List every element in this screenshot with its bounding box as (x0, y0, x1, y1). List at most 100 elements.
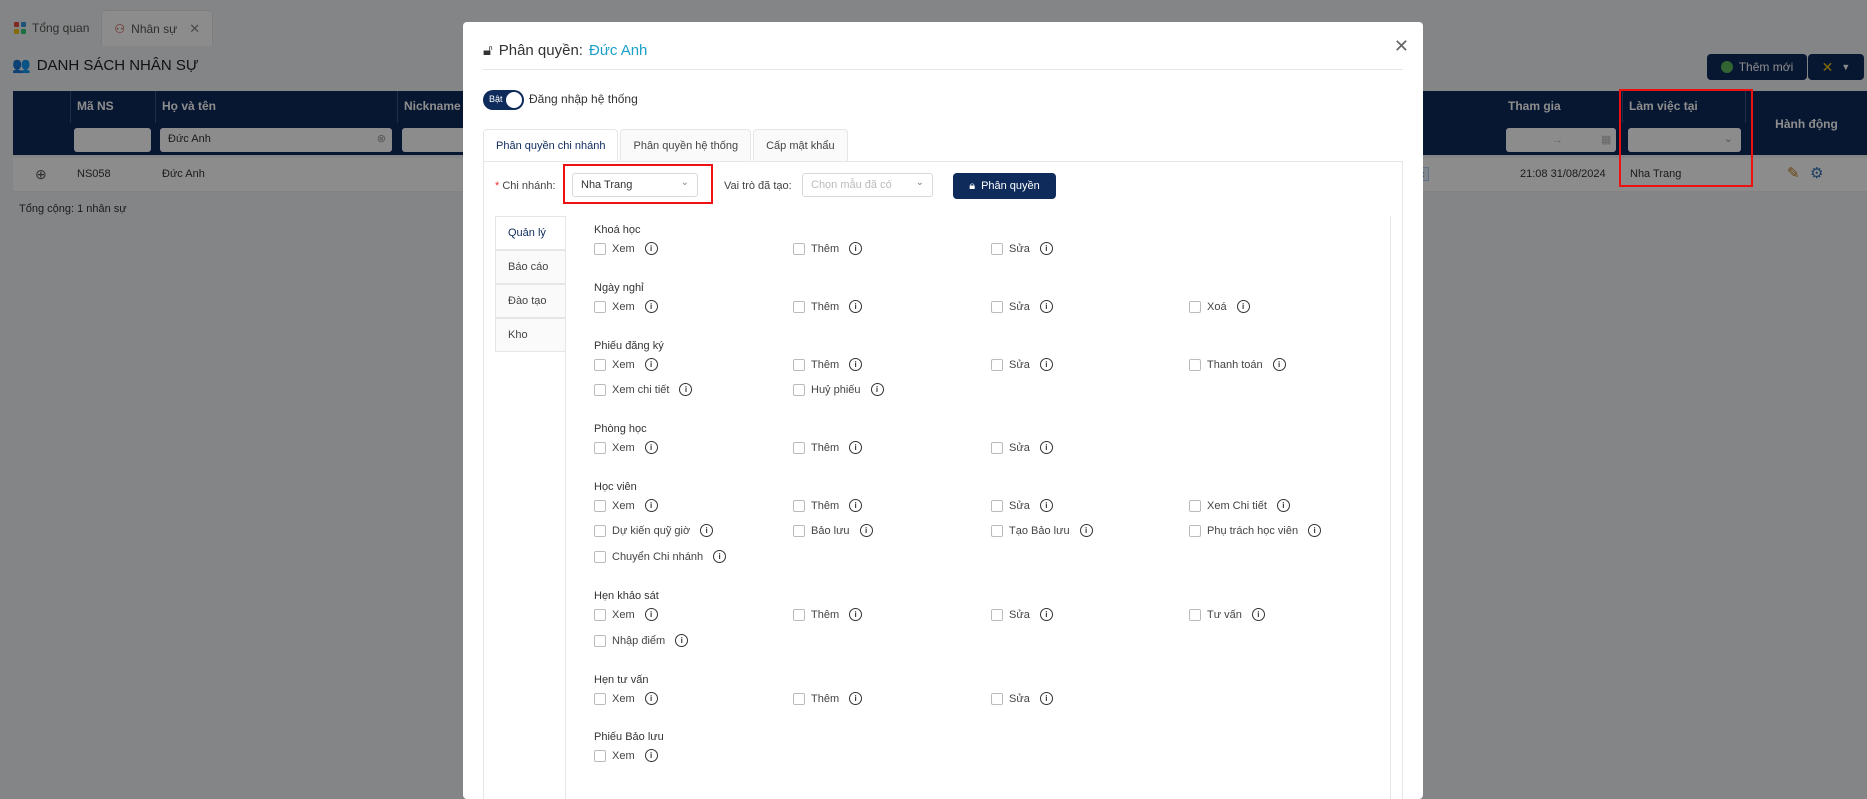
permission-checkbox[interactable]: Sửa i (991, 300, 1053, 313)
permission-checkbox[interactable]: Thêm i (793, 358, 863, 371)
checkbox[interactable] (594, 242, 606, 255)
info-icon[interactable]: i (644, 749, 658, 762)
category-management[interactable]: Quản lý (495, 216, 565, 250)
permission-checkbox[interactable]: Thêm i (793, 499, 863, 512)
checkbox[interactable] (793, 608, 805, 621)
info-icon[interactable]: i (849, 499, 863, 512)
checkbox[interactable] (594, 300, 606, 313)
permission-checkbox[interactable]: Bảo lưu i (793, 524, 873, 537)
checkbox[interactable] (793, 441, 805, 454)
category-reports[interactable]: Báo cáo (495, 250, 565, 284)
checkbox[interactable] (1189, 524, 1201, 537)
info-icon[interactable]: i (644, 499, 658, 512)
info-icon[interactable]: i (713, 550, 727, 563)
permission-checkbox[interactable]: Thêm i (793, 608, 863, 621)
info-icon[interactable]: i (1039, 499, 1053, 512)
role-select[interactable]: Chọn mẫu đã có ⌄ (802, 173, 933, 197)
checkbox[interactable] (991, 358, 1003, 371)
info-icon[interactable]: i (1272, 358, 1286, 371)
checkbox[interactable] (1189, 608, 1201, 621)
info-icon[interactable]: i (1276, 499, 1290, 512)
permission-checkbox[interactable]: Xem i (594, 749, 658, 762)
permission-checkbox[interactable]: Xem i (594, 608, 658, 621)
permission-checkbox[interactable]: Sửa i (991, 358, 1053, 371)
permission-checkbox[interactable]: Sửa i (991, 608, 1053, 621)
checkbox[interactable] (594, 749, 606, 762)
permission-checkbox[interactable]: Thêm i (793, 242, 863, 255)
permission-checkbox[interactable]: Tư vấn i (1189, 608, 1265, 621)
info-icon[interactable]: i (1039, 358, 1053, 371)
info-icon[interactable]: i (1039, 300, 1053, 313)
checkbox[interactable] (793, 499, 805, 512)
info-icon[interactable]: i (849, 242, 863, 255)
info-icon[interactable]: i (849, 608, 863, 621)
info-icon[interactable]: i (859, 524, 873, 537)
tab-branch-permission[interactable]: Phân quyền chi nhánh (483, 129, 619, 161)
tab-password[interactable]: Cấp mật khẩu (753, 129, 848, 161)
permission-checkbox[interactable]: Chuyển Chi nhánh i (594, 550, 727, 563)
info-icon[interactable]: i (644, 692, 658, 705)
info-icon[interactable]: i (679, 383, 693, 396)
checkbox[interactable] (594, 608, 606, 621)
permission-checkbox[interactable]: Xem Chi tiết i (1189, 499, 1290, 512)
info-icon[interactable]: i (1039, 441, 1053, 454)
permission-checkbox[interactable]: Xem i (594, 300, 658, 313)
checkbox[interactable] (793, 383, 805, 396)
checkbox[interactable] (793, 524, 805, 537)
checkbox[interactable] (991, 524, 1003, 537)
permission-checkbox[interactable]: Xem i (594, 441, 658, 454)
info-icon[interactable]: i (1039, 692, 1053, 705)
category-warehouse[interactable]: Kho (495, 318, 565, 352)
info-icon[interactable]: i (1308, 524, 1322, 537)
info-icon[interactable]: i (1039, 608, 1053, 621)
info-icon[interactable]: i (644, 242, 658, 255)
checkbox[interactable] (991, 608, 1003, 621)
login-toggle[interactable]: Bật (483, 90, 524, 110)
checkbox[interactable] (793, 300, 805, 313)
checkbox[interactable] (594, 383, 606, 396)
info-icon[interactable]: i (849, 441, 863, 454)
info-icon[interactable]: i (1079, 524, 1093, 537)
permission-checkbox[interactable]: Phụ trách học viên i (1189, 524, 1322, 537)
category-training[interactable]: Đào tạo (495, 284, 565, 318)
permission-checkbox[interactable]: Sửa i (991, 441, 1053, 454)
permission-checkbox[interactable]: Sửa i (991, 242, 1053, 255)
checkbox[interactable] (991, 499, 1003, 512)
checkbox[interactable] (991, 242, 1003, 255)
tab-system-permission[interactable]: Phân quyền hệ thống (620, 129, 752, 161)
info-icon[interactable]: i (644, 608, 658, 621)
permission-checkbox[interactable]: Thêm i (793, 300, 863, 313)
permission-checkbox[interactable]: Xem chi tiết i (594, 383, 693, 396)
info-icon[interactable]: i (675, 634, 689, 647)
apply-permission-button[interactable]: 🔒︎ Phân quyền (953, 173, 1056, 199)
info-icon[interactable]: i (1236, 300, 1250, 313)
checkbox[interactable] (793, 242, 805, 255)
checkbox[interactable] (991, 441, 1003, 454)
checkbox[interactable] (991, 692, 1003, 705)
permission-checkbox[interactable]: Huỷ phiếu i (793, 383, 884, 396)
checkbox[interactable] (594, 441, 606, 454)
info-icon[interactable]: i (644, 300, 658, 313)
info-icon[interactable]: i (1251, 608, 1265, 621)
permission-checkbox[interactable]: Xem i (594, 499, 658, 512)
checkbox[interactable] (793, 358, 805, 371)
permission-checkbox[interactable]: Thêm i (793, 692, 863, 705)
permission-checkbox[interactable]: Xem i (594, 242, 658, 255)
checkbox[interactable] (594, 524, 606, 537)
info-icon[interactable]: i (1039, 242, 1053, 255)
checkbox[interactable] (1189, 358, 1201, 371)
info-icon[interactable]: i (644, 358, 658, 371)
permission-checkbox[interactable]: Dự kiến quỹ giờ i (594, 524, 714, 537)
checkbox[interactable] (1189, 499, 1201, 512)
info-icon[interactable]: i (870, 383, 884, 396)
checkbox[interactable] (594, 550, 606, 563)
close-icon[interactable]: ✕ (1394, 36, 1409, 57)
permission-checkbox[interactable]: Tạo Bảo lưu i (991, 524, 1093, 537)
checkbox[interactable] (793, 692, 805, 705)
permission-checkbox[interactable]: Xoá i (1189, 300, 1250, 313)
permission-checkbox[interactable]: Thanh toán i (1189, 358, 1286, 371)
info-icon[interactable]: i (700, 524, 714, 537)
checkbox[interactable] (594, 634, 606, 647)
info-icon[interactable]: i (849, 300, 863, 313)
permission-checkbox[interactable]: Thêm i (793, 441, 863, 454)
